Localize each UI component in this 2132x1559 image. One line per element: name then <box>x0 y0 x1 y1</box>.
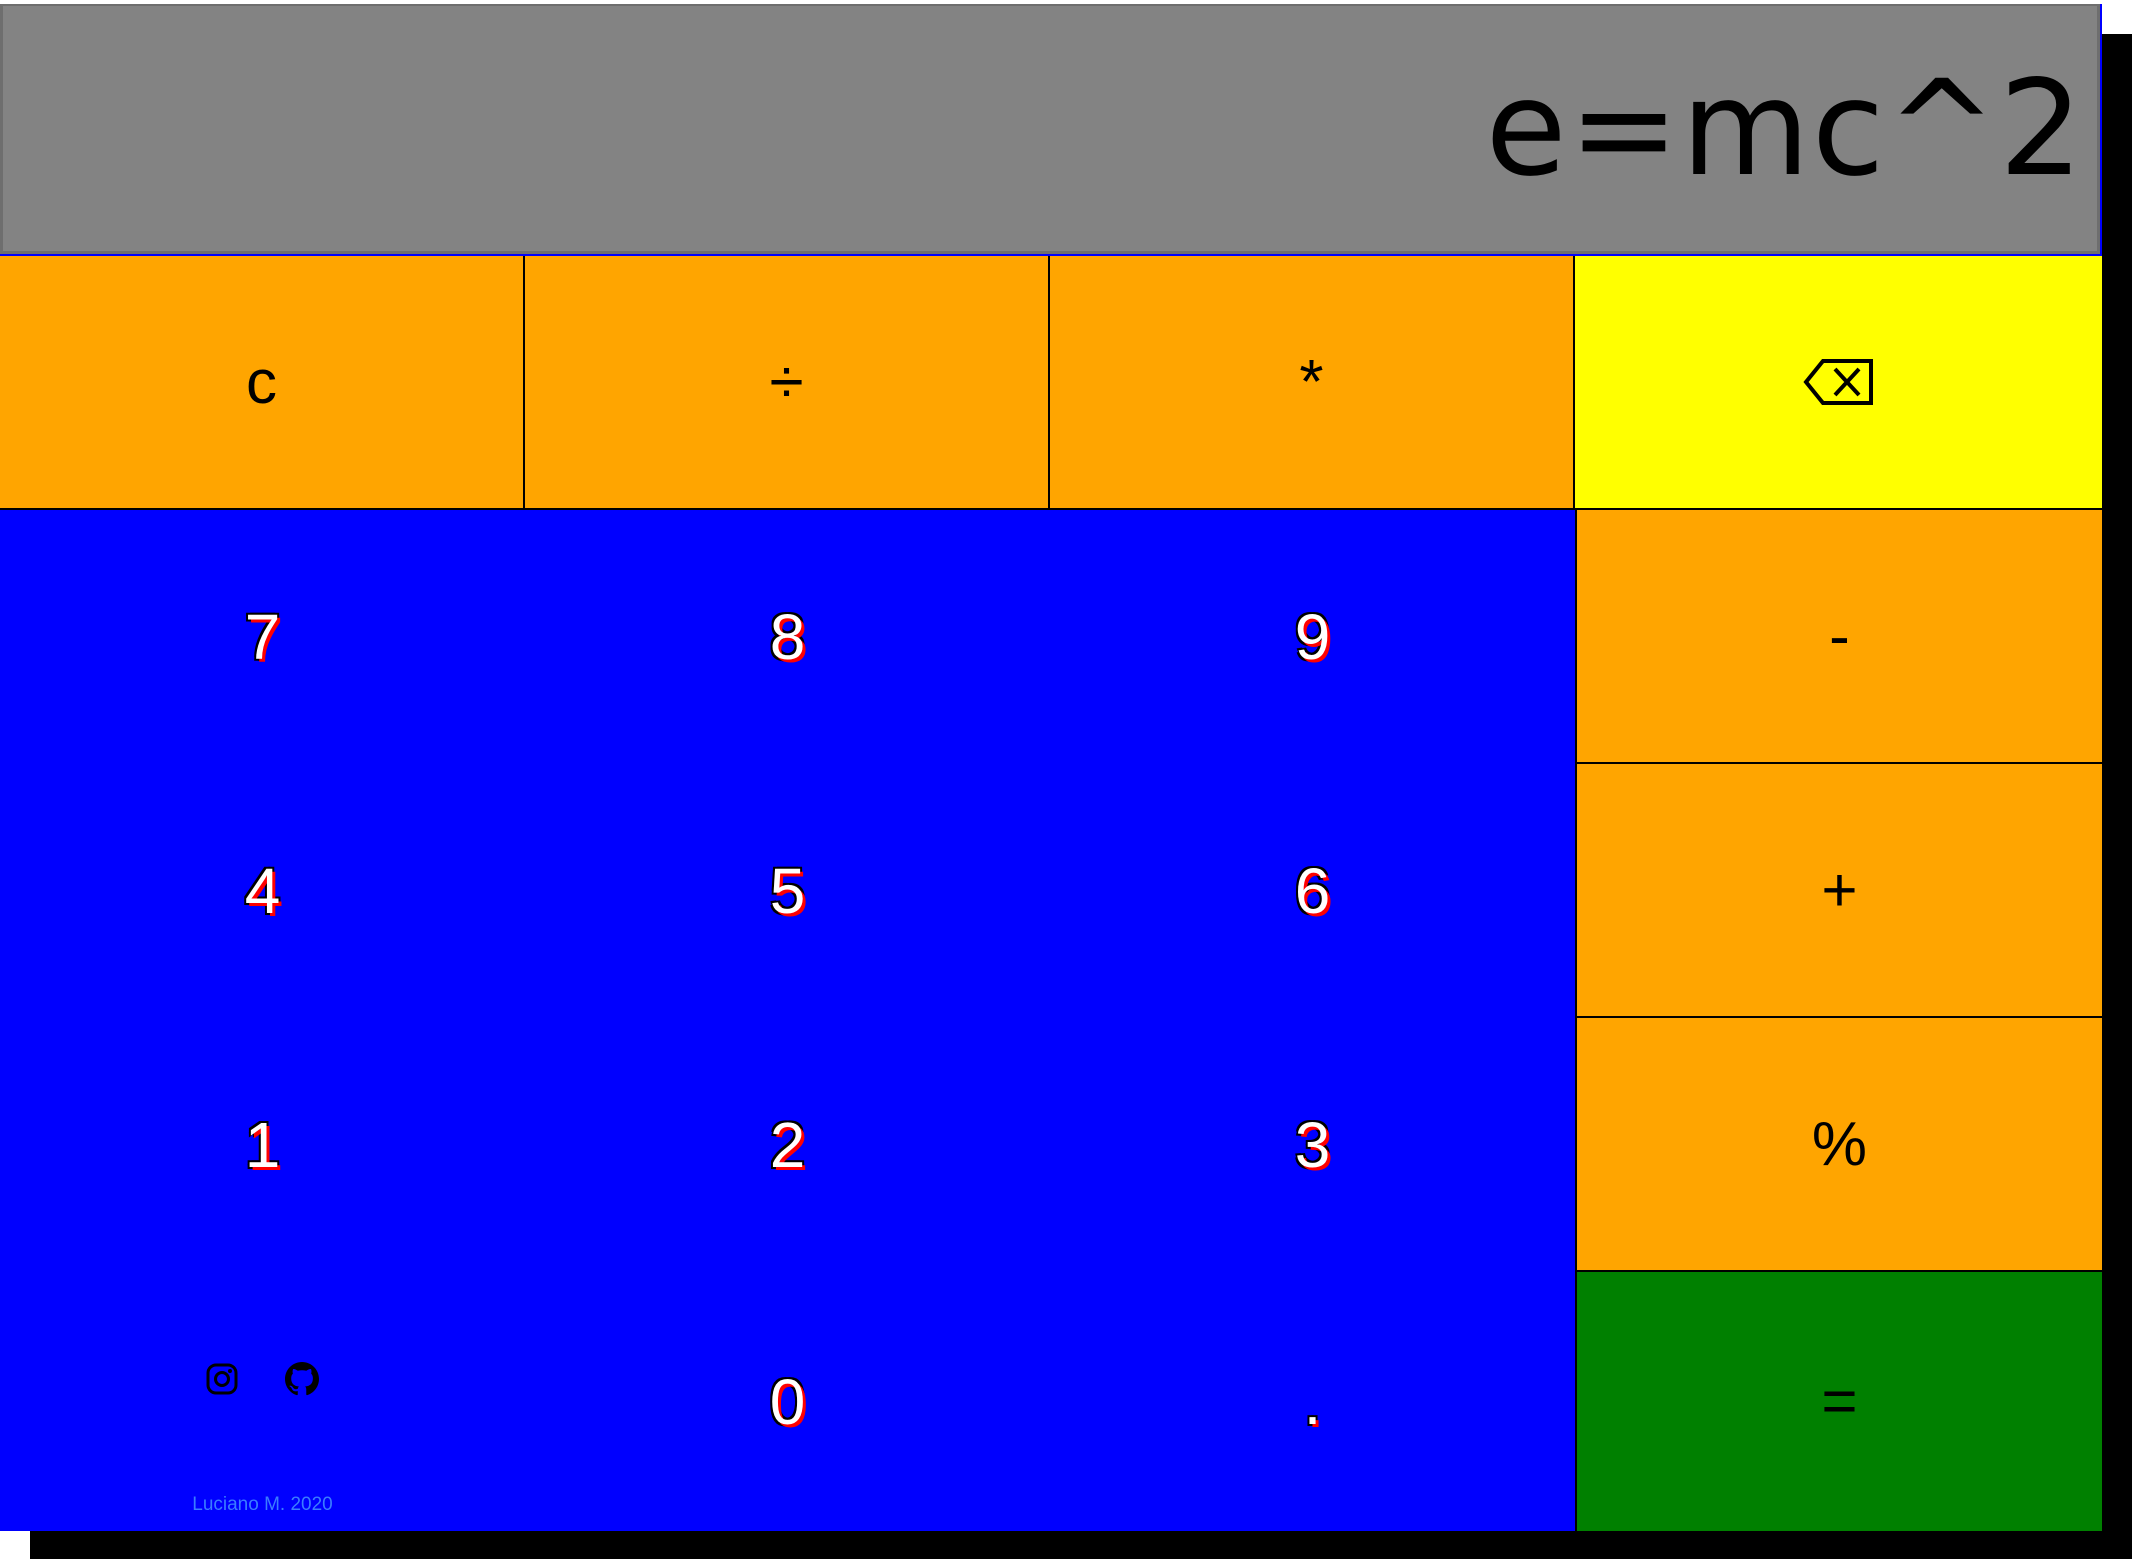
digit-6-button[interactable]: 6 <box>1050 764 1575 1018</box>
digit-0-button[interactable]: 0 <box>525 1272 1050 1531</box>
divide-button[interactable]: ÷ <box>525 256 1050 510</box>
multiply-button[interactable]: * <box>1050 256 1575 510</box>
social-icons <box>205 1362 319 1396</box>
keypad: c ÷ * 7 8 9 - 4 5 6 + 1 2 3 % Luciano M.… <box>0 256 2102 1531</box>
digit-8-button[interactable]: 8 <box>525 510 1050 764</box>
plus-button[interactable]: + <box>1575 764 2102 1018</box>
calculator-display: e=mc^2 <box>0 4 2100 254</box>
percent-button[interactable]: % <box>1575 1018 2102 1272</box>
github-icon[interactable] <box>285 1362 319 1396</box>
equals-button[interactable]: = <box>1575 1272 2102 1531</box>
calculator: e=mc^2 c ÷ * 7 8 9 - 4 5 6 + 1 2 3 % Luc… <box>0 4 2102 1531</box>
decimal-button[interactable]: . <box>1050 1272 1575 1531</box>
instagram-icon[interactable] <box>205 1362 239 1396</box>
clear-button[interactable]: c <box>0 256 525 510</box>
digit-9-button[interactable]: 9 <box>1050 510 1575 764</box>
backspace-button[interactable] <box>1575 256 2102 510</box>
display-value: e=mc^2 <box>1485 51 2085 206</box>
digit-2-button[interactable]: 2 <box>525 1018 1050 1272</box>
social-links: Luciano M. 2020 <box>0 1272 525 1531</box>
digit-1-button[interactable]: 1 <box>0 1018 525 1272</box>
backspace-icon <box>1802 359 1873 405</box>
digit-4-button[interactable]: 4 <box>0 764 525 1018</box>
minus-button[interactable]: - <box>1575 510 2102 764</box>
digit-3-button[interactable]: 3 <box>1050 1018 1575 1272</box>
digit-5-button[interactable]: 5 <box>525 764 1050 1018</box>
digit-7-button[interactable]: 7 <box>0 510 525 764</box>
credit-text: Luciano M. 2020 <box>192 1494 333 1515</box>
